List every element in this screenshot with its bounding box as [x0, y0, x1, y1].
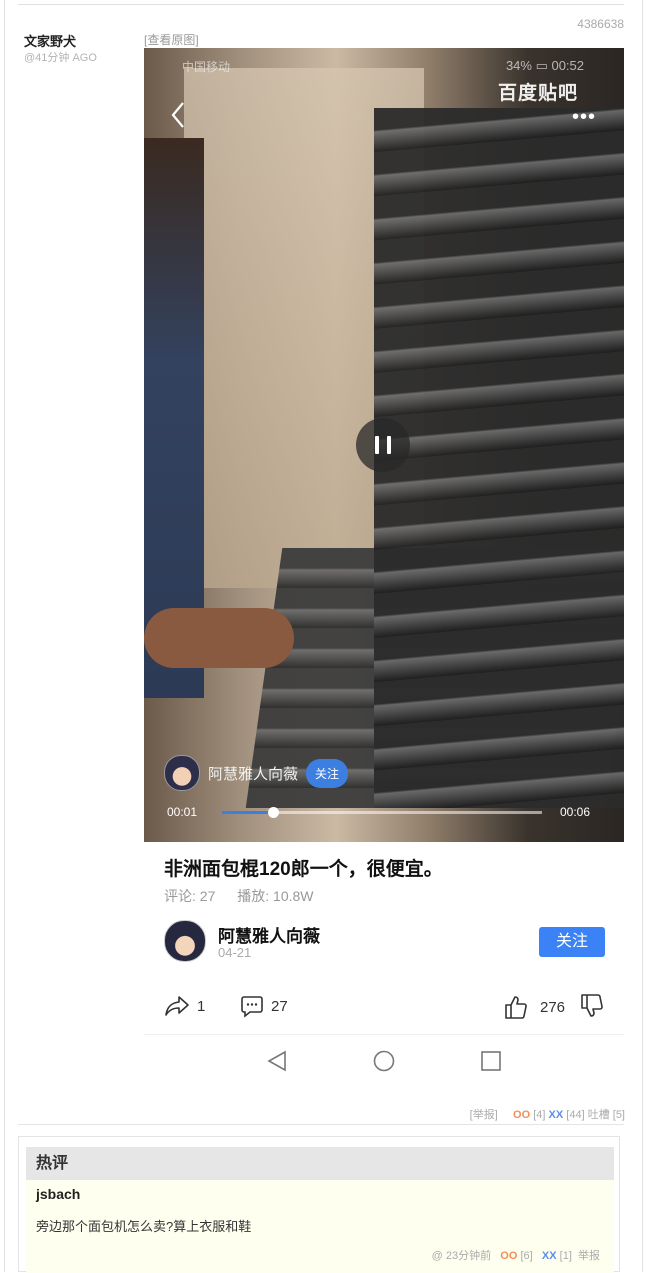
total-time: 00:06 — [559, 805, 590, 819]
current-time: 00:01 — [167, 805, 198, 819]
uploader-name[interactable]: 阿慧雅人向薇 — [218, 922, 320, 947]
chip-follow-button[interactable]: 关注 — [306, 758, 349, 788]
pause-icon-bar-right — [387, 436, 391, 454]
video-player[interactable]: 中国移动 34% ▭ 00:52 百度贴吧 ••• 阿慧雅人向薇 关注 00:0… — [144, 48, 624, 842]
top-divider — [18, 4, 624, 5]
thumbs-down-icon[interactable] — [580, 993, 604, 1019]
more-options-icon[interactable]: ••• — [572, 106, 596, 129]
tucao-link[interactable]: 吐槽 [5] — [588, 1109, 625, 1121]
status-bar-text: 34% ▭ 00:52 — [505, 58, 584, 73]
oo-vote-button[interactable]: OO — [500, 1250, 517, 1262]
post-vote-bar: [举报] OO [4] XX [44] 吐槽 [5] — [470, 1106, 625, 1122]
uploader-chip-name: 阿慧雅人向薇 — [208, 765, 299, 783]
nav-back-icon[interactable] — [266, 1050, 288, 1072]
share-count: 1 — [197, 997, 206, 1015]
nav-recent-icon[interactable] — [480, 1050, 502, 1072]
pause-icon-bar-left — [375, 436, 379, 454]
status-carrier: 中国移动 — [182, 60, 231, 74]
video-scene-arm — [144, 608, 294, 668]
xx-count: [1] — [559, 1250, 572, 1262]
like-count: 276 — [540, 998, 566, 1016]
post-time: @41分钟 AGO — [24, 52, 97, 64]
oo-vote-button[interactable]: OO — [513, 1109, 530, 1121]
comment-meta: @ 23分钟前 OO [6] XX [1] 举报 — [432, 1247, 600, 1263]
pause-button[interactable] — [356, 418, 410, 472]
post-image: 中国移动 34% ▭ 00:52 百度贴吧 ••• 阿慧雅人向薇 关注 00:0… — [144, 48, 624, 1098]
video-stats: 评论: 27 播放: 10.8W — [164, 886, 314, 906]
progress-bar[interactable] — [222, 807, 542, 818]
comment-count: 27 — [271, 997, 288, 1015]
video-scene-rack — [374, 108, 624, 808]
thumbs-up-icon — [505, 996, 527, 1019]
upload-date: 04-21 — [218, 945, 252, 960]
oo-count: [6] — [520, 1250, 533, 1262]
post-author[interactable]: 文家野犬 — [24, 31, 76, 50]
uploader-chip: 阿慧雅人向薇 关注 — [164, 754, 349, 792]
hot-comment: jsbach 旁边那个面包机怎么卖?算上衣服和鞋 @ 23分钟前 OO [6] … — [26, 1180, 614, 1273]
brand-watermark: 百度贴吧 — [497, 83, 578, 104]
like-button[interactable]: 276 — [504, 994, 565, 1020]
report-link[interactable]: [举报] — [470, 1109, 498, 1121]
comment-time: @ 23分钟前 — [431, 1250, 492, 1262]
xx-vote-button[interactable]: XX — [549, 1109, 564, 1121]
share-icon — [165, 996, 189, 1016]
hot-comments: 热评 jsbach 旁边那个面包机怎么卖?算上衣服和鞋 @ 23分钟前 OO [… — [18, 1136, 620, 1273]
hot-comments-heading: 热评 — [26, 1147, 614, 1180]
comment-report-link[interactable]: 举报 — [578, 1250, 600, 1262]
xx-vote-button[interactable]: XX — [542, 1250, 557, 1262]
comment-icon — [241, 996, 263, 1018]
xx-count: [44] — [566, 1109, 585, 1121]
progress-knob[interactable] — [268, 807, 280, 818]
post-id: 4386638 — [577, 17, 624, 31]
meta-divider — [18, 1124, 624, 1125]
video-title: 非洲面包棍120郎一个，很便宜。 — [164, 859, 443, 880]
comment-author[interactable]: jsbach — [36, 1186, 80, 1202]
play-stat: 播放: 10.8W — [237, 888, 314, 904]
avatar[interactable] — [164, 755, 200, 791]
comment-stat: 评论: 27 — [164, 888, 216, 904]
nav-home-icon[interactable] — [373, 1050, 395, 1072]
progress-fill — [222, 811, 274, 814]
share-button[interactable]: 1 — [164, 994, 205, 1018]
follow-button[interactable]: 关注 — [539, 927, 605, 957]
back-arrow-icon[interactable] — [170, 100, 186, 130]
comment-button[interactable]: 27 — [240, 994, 288, 1018]
action-divider — [144, 1034, 624, 1035]
comment-text: 旁边那个面包机怎么卖?算上衣服和鞋 — [36, 1219, 252, 1234]
avatar[interactable] — [164, 920, 206, 962]
view-original-link[interactable]: [查看原图] — [144, 31, 199, 48]
oo-count: [4] — [533, 1109, 546, 1121]
